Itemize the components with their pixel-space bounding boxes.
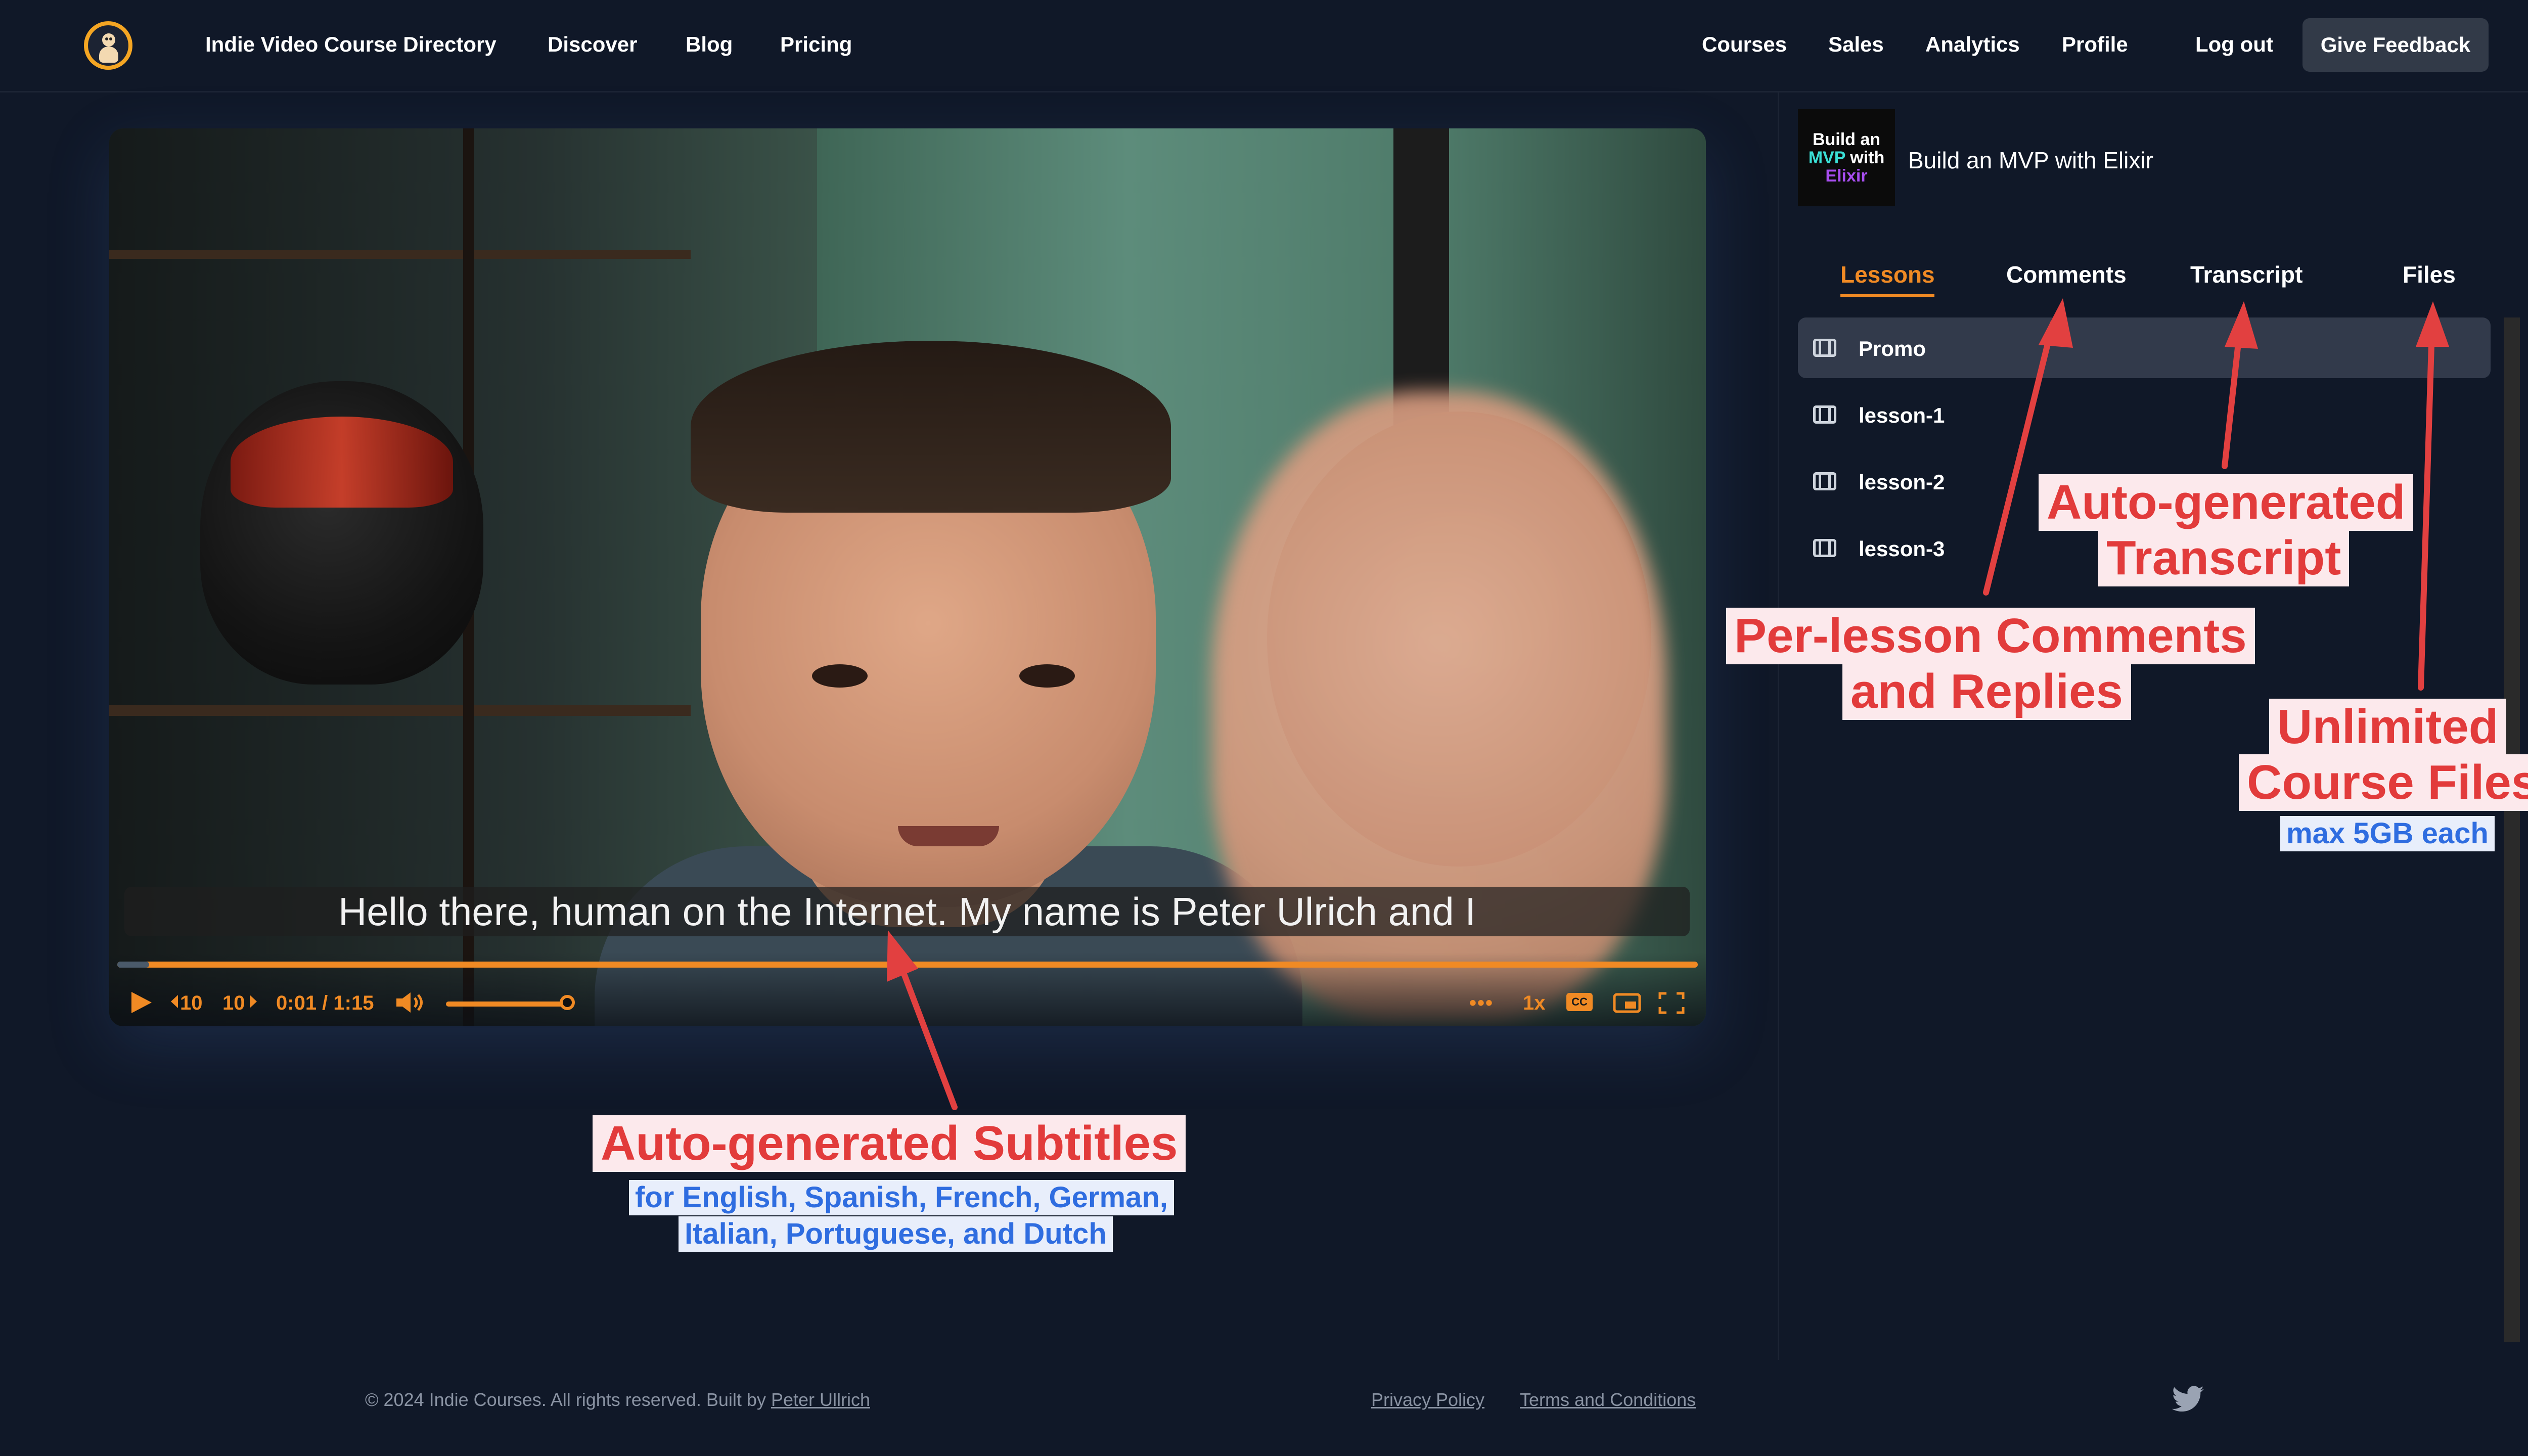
callout-files-line1: Unlimited	[2269, 699, 2507, 755]
callout-files-sub: max 5GB each	[2280, 816, 2495, 851]
callout-files-line2: Course Files	[2239, 754, 2528, 811]
callout-subtitles-sub-line1: for English, Spanish, French, German,	[629, 1180, 1174, 1215]
callout-comments-line1: Per-lesson Comments	[1726, 608, 2255, 664]
footer-copyright: © 2024 Indie Courses. All rights reserve…	[365, 1389, 870, 1410]
callout-subtitles: Auto-generated Subtitles	[593, 1115, 1186, 1172]
annotation-arrows	[887, 298, 2449, 1110]
privacy-policy-link[interactable]: Privacy Policy	[1371, 1389, 1484, 1410]
terms-link[interactable]: Terms and Conditions	[1520, 1389, 1696, 1410]
callout-comments-line2: and Replies	[1842, 663, 2131, 720]
callout-subtitles-sub-line2: Italian, Portuguese, and Dutch	[679, 1216, 1113, 1252]
footer-author-link[interactable]: Peter Ullrich	[771, 1389, 870, 1410]
callout-transcript-line2: Transcript	[2098, 530, 2350, 586]
twitter-icon[interactable]	[2172, 1385, 2204, 1414]
callout-transcript-line1: Auto-generated	[2039, 474, 2414, 531]
